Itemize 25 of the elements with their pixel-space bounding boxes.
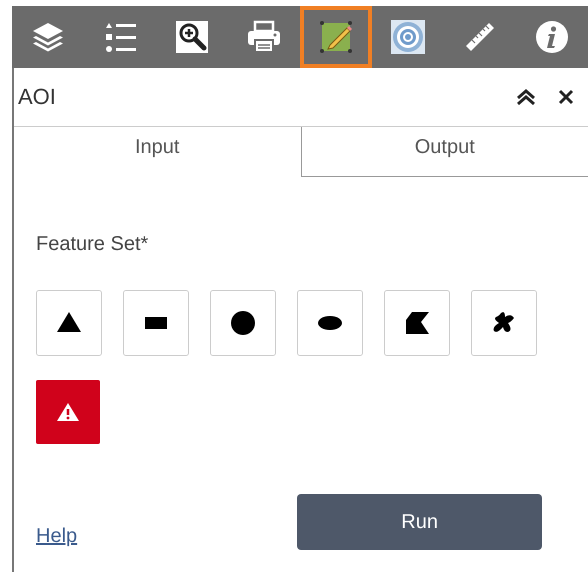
warning-button[interactable] bbox=[36, 380, 100, 444]
draw-tool-button[interactable] bbox=[471, 290, 537, 356]
draw-tool-button[interactable] bbox=[384, 290, 450, 356]
draw-tool-button[interactable] bbox=[123, 290, 189, 356]
target-icon bbox=[391, 20, 425, 54]
draw-tool-button[interactable] bbox=[210, 290, 276, 356]
help-link[interactable]: Help bbox=[36, 524, 78, 548]
warning-icon bbox=[56, 402, 80, 422]
zoom-in-icon bbox=[175, 20, 209, 54]
field-label: Feature Set* bbox=[36, 233, 150, 256]
close-icon bbox=[558, 89, 574, 105]
polygon-icon bbox=[404, 310, 430, 336]
draw-tool-button[interactable] bbox=[297, 290, 363, 356]
pencil-on-square-icon bbox=[318, 19, 354, 55]
run-button[interactable]: Run bbox=[297, 494, 542, 550]
printer-icon bbox=[246, 20, 282, 54]
circle-icon bbox=[230, 310, 256, 336]
collapse-button[interactable] bbox=[516, 88, 536, 106]
double-chevron-up-icon bbox=[516, 88, 536, 106]
tab[interactable]: Output bbox=[300, 127, 588, 177]
close-button[interactable] bbox=[558, 89, 574, 105]
info-icon bbox=[535, 20, 569, 54]
panel-title: AOI bbox=[18, 84, 57, 110]
layers-icon bbox=[31, 20, 65, 54]
draw-tool-button[interactable] bbox=[36, 290, 102, 356]
